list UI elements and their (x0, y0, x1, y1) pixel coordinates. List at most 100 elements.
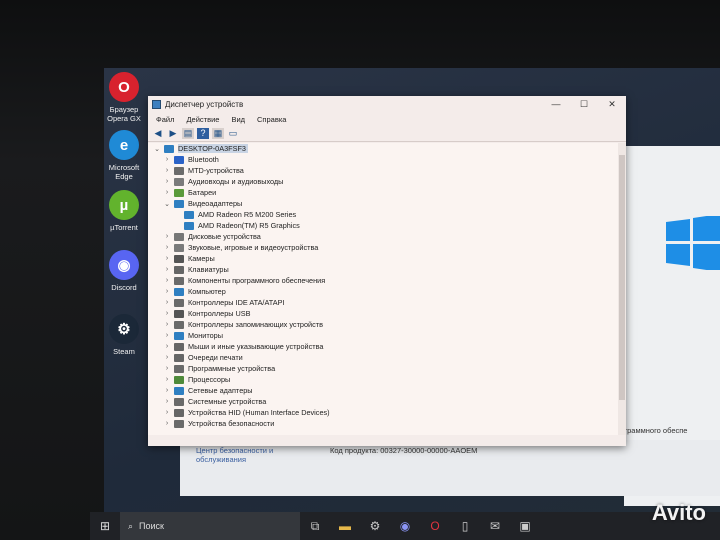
tree-root[interactable]: ⌄ DESKTOP-0A3FSF3 (148, 143, 618, 154)
properties-icon[interactable]: ▤ (182, 128, 194, 139)
chevron-right-icon[interactable]: › (162, 299, 172, 306)
bluetooth-icon (174, 155, 184, 164)
chevron-right-icon[interactable]: › (162, 178, 172, 185)
chevron-right-icon[interactable]: › (162, 387, 172, 394)
chevron-right-icon[interactable]: › (162, 409, 172, 416)
desktop-icon[interactable]: ◉ Discord (104, 250, 148, 292)
tree-node[interactable]: › Контроллеры USB (148, 308, 618, 319)
tree-node-label: Камеры (188, 254, 215, 263)
chevron-right-icon[interactable]: › (162, 233, 172, 240)
tree-node[interactable]: › Контроллеры IDE ATA/ATAPI (148, 297, 618, 308)
start-button[interactable]: ⊞ (90, 519, 120, 533)
chevron-right-icon[interactable]: › (162, 332, 172, 339)
sound-icon (174, 243, 184, 252)
tree-node[interactable]: › MTD-устройства (148, 165, 618, 176)
menu-view[interactable]: Вид (231, 115, 245, 124)
chevron-right-icon[interactable]: › (162, 167, 172, 174)
network-adapter-icon (174, 386, 184, 395)
desktop-icon-label: Браузер Opera GX (107, 105, 141, 123)
monitor-icon[interactable]: ▭ (227, 128, 239, 139)
tree-node-label: Мыши и иные указывающие устройства (188, 342, 324, 351)
scrollbar-thumb[interactable] (619, 155, 625, 400)
close-button[interactable]: ✕ (598, 99, 626, 110)
chevron-down-icon[interactable]: ⌄ (152, 145, 162, 153)
tree-node[interactable]: › Звуковые, игровые и видеоустройства (148, 242, 618, 253)
tree-node[interactable]: › Клавиатуры (148, 264, 618, 275)
tree-node[interactable]: › Дисковые устройства (148, 231, 618, 242)
title-bar[interactable]: Диспетчер устройств — ☐ ✕ (148, 96, 626, 112)
toolbar: ◀ ▶ ▤ ? ▦ ▭ (148, 126, 626, 142)
chevron-down-icon[interactable]: ⌄ (162, 200, 172, 208)
chevron-right-icon[interactable]: › (162, 244, 172, 251)
chevron-right-icon[interactable]: › (162, 266, 172, 273)
tree-node[interactable]: › Устройства HID (Human Interface Devices… (148, 407, 618, 418)
chevron-right-icon[interactable]: › (162, 321, 172, 328)
help-icon[interactable]: ? (197, 128, 209, 139)
chevron-right-icon[interactable]: › (162, 310, 172, 317)
tree-node[interactable]: ⌄ Видеоадаптеры (148, 198, 618, 209)
steam-icon[interactable]: ⚙ (360, 519, 390, 533)
chevron-right-icon[interactable]: › (162, 255, 172, 262)
minimize-button[interactable]: — (542, 99, 570, 110)
chevron-right-icon[interactable]: › (162, 277, 172, 284)
chevron-right-icon[interactable]: › (162, 420, 172, 427)
tree-node[interactable]: › Программные устройства (148, 363, 618, 374)
chevron-right-icon[interactable]: › (162, 156, 172, 163)
tree-node[interactable]: › Устройства безопасности (148, 418, 618, 429)
tree-node[interactable]: › Очереди печати (148, 352, 618, 363)
desktop-icon[interactable]: µ µTorrent (104, 190, 148, 232)
device-manager-window: Диспетчер устройств — ☐ ✕ Файл Действие … (148, 96, 626, 446)
tree-node-label: Компьютер (188, 287, 226, 296)
opera-gx-icon[interactable]: O (420, 519, 450, 533)
desktop-icon[interactable]: O Браузер Opera GX (104, 72, 148, 123)
tree-node-label: Контроллеры USB (188, 309, 251, 318)
tree-node[interactable]: › Мыши и иные указывающие устройства (148, 341, 618, 352)
tree-node[interactable]: › Компьютер (148, 286, 618, 297)
task-view-icon[interactable]: ⧉ (300, 519, 330, 534)
desktop-app-icon: ⚙ (109, 314, 139, 344)
chevron-right-icon[interactable]: › (162, 288, 172, 295)
documents-icon[interactable]: ▯ (450, 519, 480, 533)
desktop-app-icon: ◉ (109, 250, 139, 280)
device-manager-taskbar-icon[interactable]: ▣ (510, 519, 540, 533)
tree-node[interactable]: › Аудиовходы и аудиовыходы (148, 176, 618, 187)
tree-node[interactable]: › Сетевые адаптеры (148, 385, 618, 396)
hid-icon (174, 408, 184, 417)
chevron-right-icon[interactable]: › (162, 398, 172, 405)
file-explorer-icon[interactable]: ▬ (330, 519, 360, 533)
desktop-icon[interactable]: ⚙ Steam (104, 314, 148, 356)
tree-node-label: Дисковые устройства (188, 232, 261, 241)
search-box[interactable]: ⌕ Поиск (120, 512, 300, 540)
tree-node[interactable]: › Контроллеры запоминающих устройств (148, 319, 618, 330)
chevron-right-icon[interactable]: › (162, 354, 172, 361)
update-driver-icon[interactable]: ▦ (212, 128, 224, 139)
discord-icon[interactable]: ◉ (390, 519, 420, 533)
maximize-button[interactable]: ☐ (570, 99, 598, 110)
chevron-right-icon[interactable]: › (162, 343, 172, 350)
tree-node[interactable]: › Камеры (148, 253, 618, 264)
menu-action[interactable]: Действие (186, 115, 219, 124)
tree-node-label: Батареи (188, 188, 217, 197)
menu-help[interactable]: Справка (257, 115, 286, 124)
mail-icon[interactable]: ✉ (480, 519, 510, 533)
tree-node[interactable]: › Процессоры (148, 374, 618, 385)
tree-node[interactable]: › Bluetooth (148, 154, 618, 165)
desktop-icon[interactable]: e Microsoft Edge (104, 130, 148, 181)
chevron-right-icon[interactable]: › (162, 189, 172, 196)
tree-node[interactable]: › Батареи (148, 187, 618, 198)
chevron-right-icon[interactable]: › (162, 376, 172, 383)
menu-file[interactable]: Файл (156, 115, 174, 124)
chevron-right-icon[interactable]: › (162, 365, 172, 372)
menu-bar: Файл Действие Вид Справка (148, 112, 626, 126)
back-arrow-icon[interactable]: ◀ (152, 128, 164, 139)
product-code-text: Код продукта: 00327-30000-00000-AAOEM (330, 446, 478, 455)
forward-arrow-icon[interactable]: ▶ (167, 128, 179, 139)
security-center-link[interactable]: Центр безопасности и обслуживания (196, 446, 286, 464)
tree-node[interactable]: › Системные устройства (148, 396, 618, 407)
tree-node[interactable]: › Компоненты программного обеспечения (148, 275, 618, 286)
vertical-scrollbar[interactable] (618, 143, 626, 435)
tree-child-node[interactable]: AMD Radeon(TM) R5 Graphics (148, 220, 618, 231)
tree-node[interactable]: › Мониторы (148, 330, 618, 341)
computer-icon (164, 144, 174, 153)
tree-child-node[interactable]: AMD Radeon R5 M200 Series (148, 209, 618, 220)
